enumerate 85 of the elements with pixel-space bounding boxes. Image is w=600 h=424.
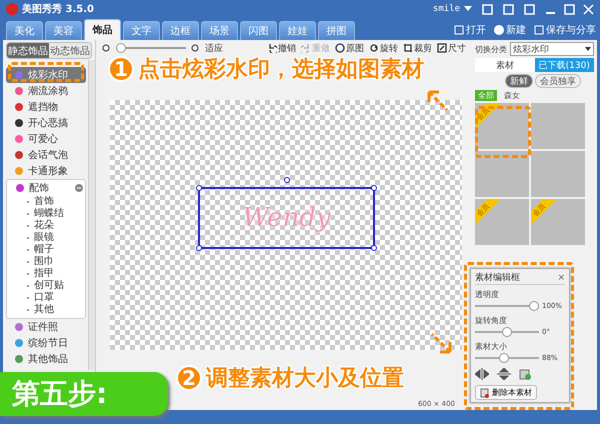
- delete-icon: [480, 388, 489, 398]
- original-icon: [335, 43, 345, 53]
- resize-handle[interactable]: [371, 185, 377, 191]
- redo-icon: [301, 43, 311, 53]
- sidebar-item[interactable]: 遮挡物: [6, 99, 86, 115]
- sidebar-item[interactable]: 会话气泡: [6, 147, 86, 163]
- save-share-button[interactable]: 保存与分享: [530, 23, 600, 37]
- toolbar-button[interactable]: 裁剪: [403, 42, 432, 54]
- rotate-handle[interactable]: [284, 177, 290, 183]
- callout-text: 点击炫彩水印，选择如图素材: [138, 56, 424, 84]
- window-icon[interactable]: [524, 4, 535, 14]
- sidebar-item[interactable]: 潮流涂鸦: [6, 83, 86, 99]
- filter-tag[interactable]: 森女: [501, 90, 523, 101]
- undo-icon: [267, 43, 277, 53]
- delete-material-button[interactable]: 删除本素材: [475, 385, 537, 400]
- subcategory-item[interactable]: 创可贴: [7, 280, 85, 292]
- open-button[interactable]: 打开: [450, 23, 490, 37]
- subcategory-item[interactable]: 帽子: [7, 244, 85, 256]
- toolbar-button[interactable]: 撤销: [267, 42, 296, 54]
- material-thumbnail[interactable]: [475, 151, 529, 197]
- subcategory-item[interactable]: 围巾: [7, 256, 85, 268]
- toolbar-button[interactable]: 旋转: [369, 42, 398, 54]
- category-select[interactable]: 炫彩水印: [510, 42, 594, 56]
- collapse-icon[interactable]: [75, 184, 83, 192]
- rotate-icon: [369, 43, 379, 53]
- subcategory-item[interactable]: 眼镜: [7, 232, 85, 244]
- sidebar-item[interactable]: 开心恶搞: [6, 115, 86, 131]
- pointer-arrow: [425, 88, 451, 114]
- slider-label: 素材大小: [475, 341, 508, 352]
- close-icon[interactable]: [583, 4, 594, 14]
- slider-thumb[interactable]: [498, 353, 509, 363]
- window-title: 美图秀秀 3.5.0: [22, 2, 94, 16]
- resize-icon: [437, 43, 447, 53]
- step-badge: 第五步:: [0, 372, 168, 416]
- subcategory-item[interactable]: 花朵: [7, 220, 85, 232]
- sidebar-item[interactable]: 证件照: [6, 319, 86, 335]
- watermark-text: Wendy: [242, 203, 331, 233]
- dropdown-caret-icon: [585, 47, 591, 51]
- toolbar-button[interactable]: 原图: [335, 42, 364, 54]
- slider-thumb[interactable]: [502, 327, 512, 337]
- subtab[interactable]: 会员独享: [535, 74, 581, 88]
- slider-thumb[interactable]: [116, 43, 126, 53]
- slider-label: 旋转角度: [475, 315, 508, 326]
- toolbar-button[interactable]: 尺寸: [437, 42, 466, 54]
- layer-icon[interactable]: [519, 368, 531, 380]
- sidebar-item[interactable]: 其他饰品: [6, 351, 86, 367]
- subcategory-item[interactable]: 首饰: [7, 196, 85, 208]
- slider-label: 透明度: [475, 289, 500, 300]
- resize-handle[interactable]: [196, 245, 202, 251]
- category-label: 切换分类: [475, 44, 507, 54]
- sidebar-item[interactable]: 可爱心: [6, 131, 86, 147]
- fit-button[interactable]: 适应: [205, 42, 223, 54]
- scrollbar[interactable]: [88, 60, 95, 370]
- subcategory-item[interactable]: 指甲: [7, 268, 85, 280]
- maximize-icon[interactable]: [564, 4, 575, 14]
- sidebar-item[interactable]: 配饰: [7, 180, 87, 196]
- new-button[interactable]: 新建: [490, 23, 530, 37]
- user-name[interactable]: smile: [432, 4, 460, 14]
- panel-tab[interactable]: 素材: [475, 58, 534, 72]
- pointer-arrow: [428, 330, 454, 356]
- crop-icon: [403, 43, 413, 53]
- flip-horizontal-icon[interactable]: [475, 368, 489, 380]
- close-button[interactable]: ×: [557, 272, 565, 282]
- slider-thumb[interactable]: [529, 301, 539, 311]
- mode-tab[interactable]: 静态饰品: [7, 43, 49, 58]
- material-thumbnail[interactable]: [531, 103, 585, 149]
- mode-tab[interactable]: 动态饰品: [49, 43, 91, 58]
- material-thumbnail[interactable]: [531, 151, 585, 197]
- subcategory-item[interactable]: 口罩: [7, 292, 85, 304]
- caret-icon[interactable]: [464, 6, 472, 12]
- resize-handle[interactable]: [196, 185, 202, 191]
- dialog-title: 素材编辑框: [475, 272, 520, 284]
- sidebar-item[interactable]: 卡通形象: [6, 163, 86, 179]
- sidebar-item[interactable]: 缤纷节日: [6, 335, 86, 351]
- callout-text: 调整素材大小及位置: [206, 365, 404, 393]
- app-logo-icon: [6, 3, 18, 15]
- subcategory-item[interactable]: 蝴蝶结: [7, 208, 85, 220]
- subcategory-item[interactable]: 其他: [7, 304, 85, 316]
- subtab[interactable]: 新鲜: [505, 74, 533, 88]
- flip-vertical-icon[interactable]: [497, 368, 511, 380]
- zoom-in-icon[interactable]: [191, 44, 200, 52]
- resize-handle[interactable]: [371, 245, 377, 251]
- highlight-frame: [475, 106, 531, 158]
- tab[interactable]: 饰品: [84, 19, 121, 40]
- zoom-out-icon[interactable]: [102, 44, 111, 52]
